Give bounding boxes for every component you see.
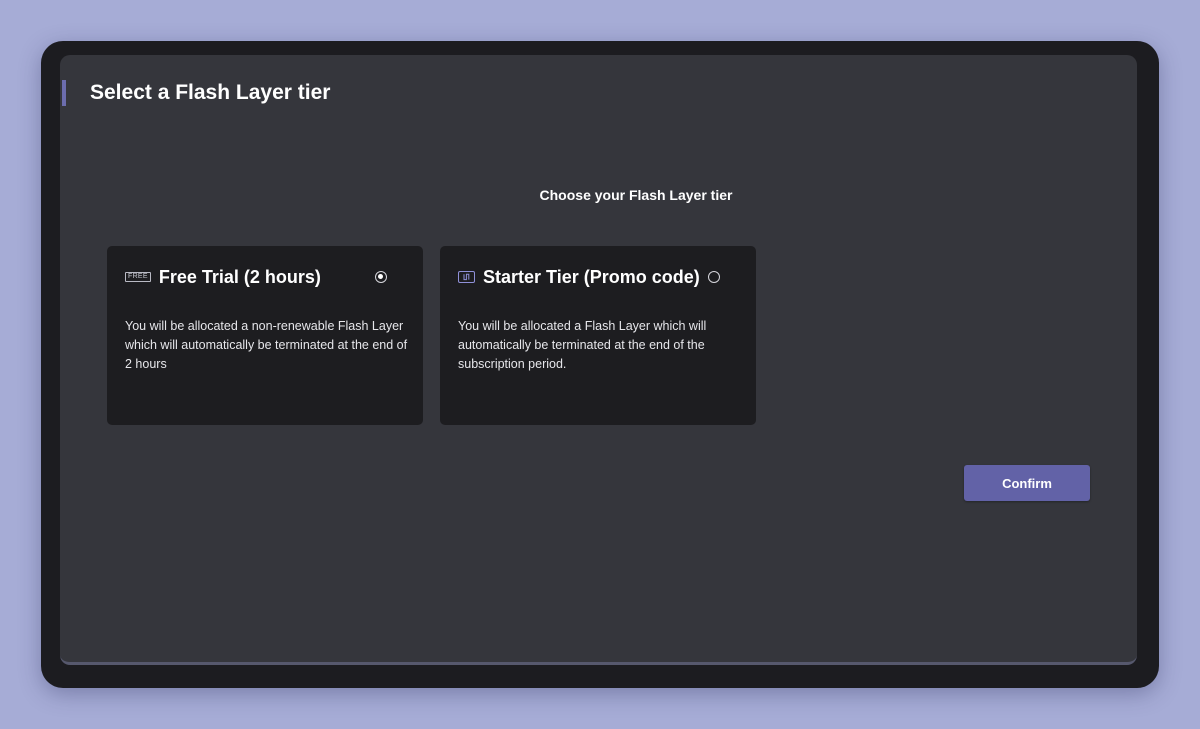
- free-badge-icon: FREE: [125, 272, 151, 282]
- starter-tier-icon: [458, 271, 475, 283]
- tier-card-free-trial[interactable]: FREE Free Trial (2 hours) You will be al…: [107, 246, 423, 425]
- tier-card-header: FREE Free Trial (2 hours): [125, 265, 405, 289]
- tier-card-starter[interactable]: Starter Tier (Promo code) You will be al…: [440, 246, 756, 425]
- tier-selection-panel: Select a Flash Layer tier Choose your Fl…: [60, 55, 1137, 665]
- tier-card-title: Free Trial (2 hours): [158, 267, 321, 287]
- app-window: Select a Flash Layer tier Choose your Fl…: [41, 41, 1159, 688]
- tier-card-description: You will be allocated a Flash Layer whic…: [458, 319, 707, 371]
- confirm-button[interactable]: Confirm: [964, 465, 1090, 501]
- tier-radio-starter[interactable]: [708, 271, 720, 283]
- tier-card-description: You will be allocated a non-renewable Fl…: [125, 319, 408, 371]
- section-subtitle: Choose your Flash Layer tier: [539, 187, 733, 203]
- tier-card-title: Starter Tier (Promo code): [483, 267, 700, 287]
- tier-radio-free-trial[interactable]: [375, 271, 387, 283]
- page-title: Select a Flash Layer tier: [90, 81, 331, 104]
- tier-card-header: Starter Tier (Promo code): [458, 265, 738, 289]
- title-accent-bar: [62, 80, 66, 106]
